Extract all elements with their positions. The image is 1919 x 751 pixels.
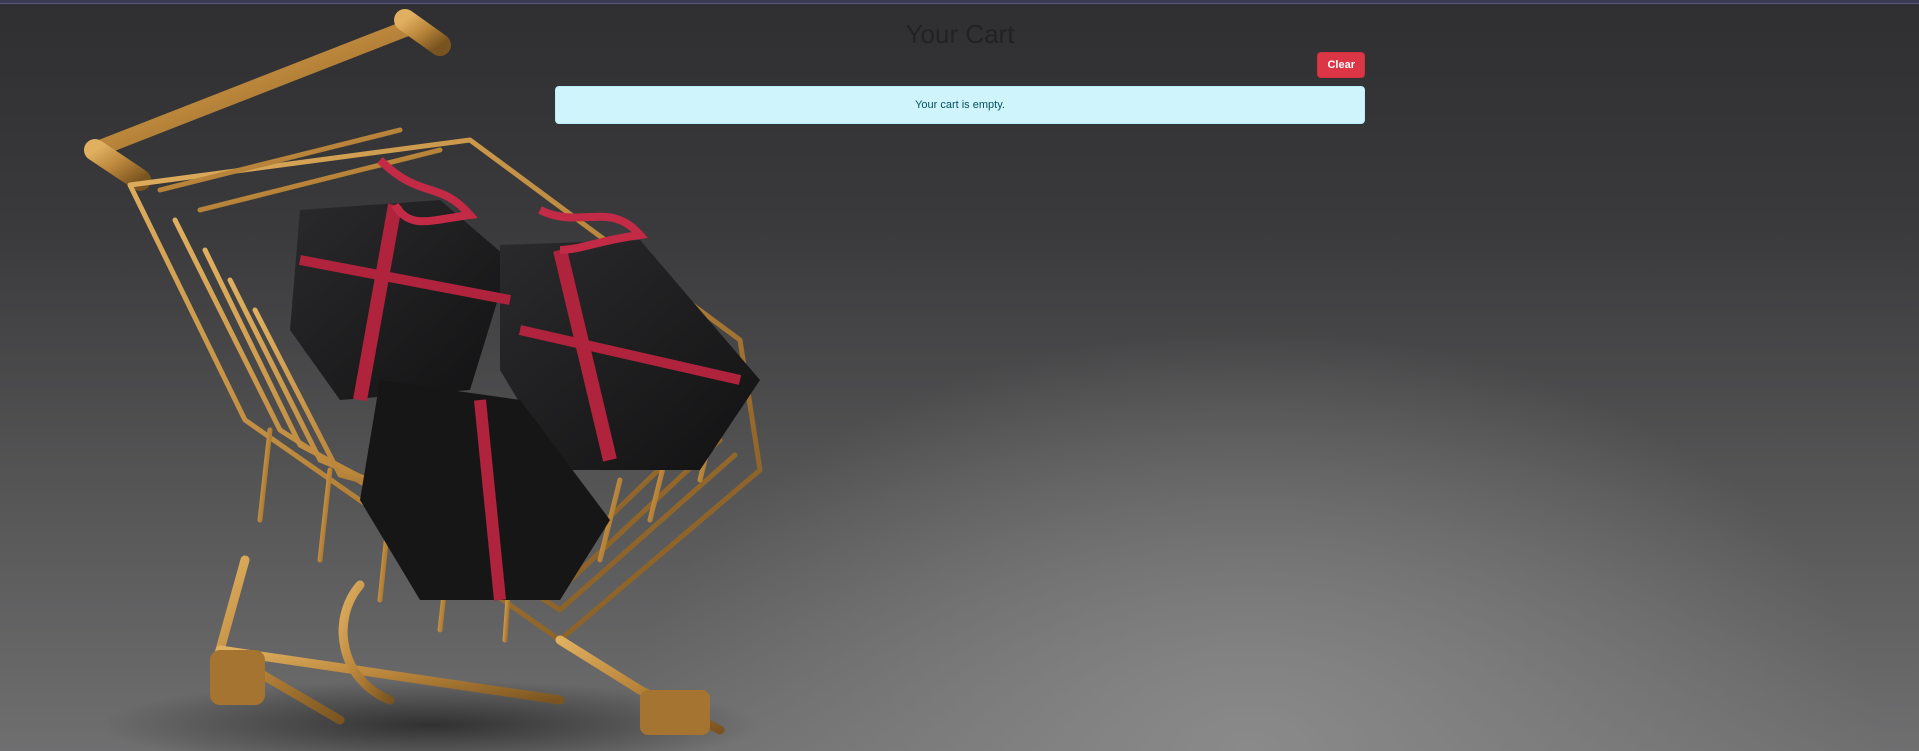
- clear-cart-button[interactable]: Clear: [1317, 52, 1365, 78]
- cart-actions: Clear: [555, 52, 1365, 78]
- empty-cart-message: Your cart is empty.: [915, 99, 1005, 111]
- empty-cart-alert: Your cart is empty.: [555, 86, 1365, 124]
- page-title: Your Cart: [905, 19, 1015, 49]
- cart-container: Your Cart Clear Your cart is empty.: [555, 0, 1365, 124]
